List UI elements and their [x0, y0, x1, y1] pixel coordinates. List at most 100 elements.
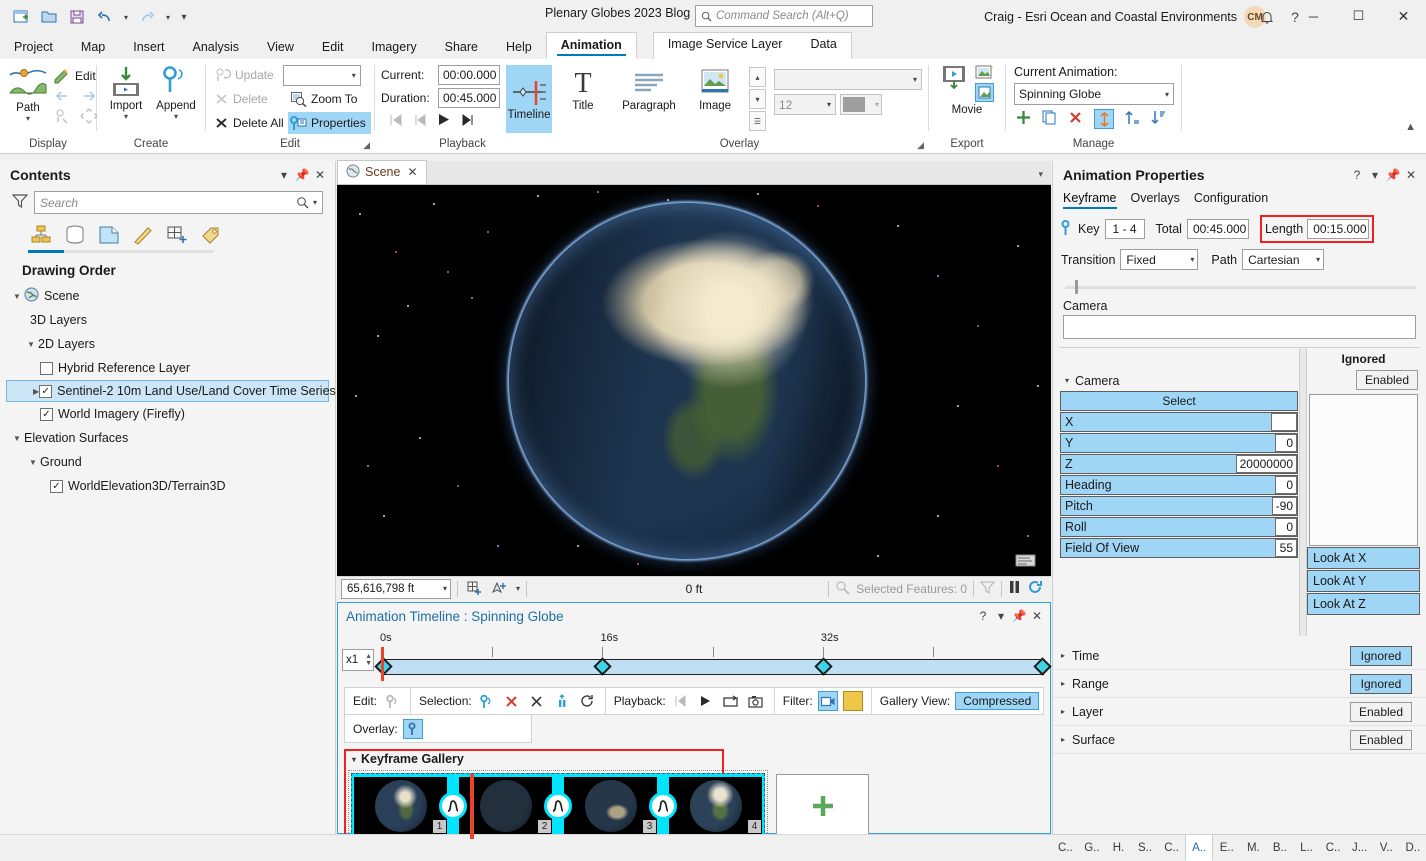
current-animation-combo[interactable]: Spinning Globe ▾: [1014, 83, 1174, 105]
timeline-ruler[interactable]: 0s 16s 32s: [382, 629, 1044, 685]
map-scale-combo[interactable]: 65,616,798 ft ▾: [341, 579, 451, 599]
contents-pin-icon[interactable]: 📌: [293, 165, 311, 185]
customize-qat-icon[interactable]: ▾: [176, 5, 192, 29]
keyframe-thumbnail-3[interactable]: 3: [564, 777, 657, 834]
layer-checkbox[interactable]: ✓: [39, 385, 52, 398]
camera-group-row[interactable]: ▾ Camera: [1059, 370, 1299, 391]
ribbon-tab-edit[interactable]: Edit: [308, 36, 358, 59]
timeline-playhead[interactable]: [381, 647, 384, 681]
append-dropdown-icon[interactable]: ▾: [174, 112, 178, 121]
go-to-start-icon[interactable]: [389, 114, 403, 129]
add-bookmark-icon[interactable]: [464, 580, 484, 598]
undo-icon[interactable]: [92, 5, 118, 29]
account-area[interactable]: Craig - Esri Ocean and Coastal Environme…: [984, 6, 1266, 28]
keyframe-combo[interactable]: ▾: [283, 65, 361, 86]
animation-help-icon[interactable]: ?: [1348, 165, 1366, 185]
keyframe-gallery-title-row[interactable]: ▾ Keyframe Gallery: [344, 749, 1044, 770]
docked-tab-10[interactable]: C..: [1320, 835, 1347, 861]
keyframe-transition-2-3[interactable]: [552, 777, 564, 834]
section-range[interactable]: ▸ Range Ignored: [1053, 670, 1426, 698]
import-dropdown-icon[interactable]: ▾: [124, 112, 128, 121]
reverse-animation-button[interactable]: [1094, 109, 1114, 129]
section-badge-range[interactable]: Ignored: [1350, 674, 1412, 694]
tree-item-worldelevation3d[interactable]: ✓ WorldElevation3D/Terrain3D: [0, 474, 335, 498]
append-button[interactable]: Append ▾: [153, 63, 199, 123]
docked-tab-9[interactable]: L..: [1293, 835, 1320, 861]
transition-curve-icon[interactable]: [544, 792, 572, 820]
docked-tab-8[interactable]: B..: [1267, 835, 1294, 861]
delete-selected-keyframe-icon[interactable]: [502, 691, 522, 711]
open-project-icon[interactable]: [36, 5, 62, 29]
tree-item-2d-layers[interactable]: ▼ 2D Layers: [0, 332, 335, 356]
expander-down-icon[interactable]: ▼: [10, 434, 24, 443]
step-forward-icon[interactable]: [461, 114, 475, 129]
add-animation-icon[interactable]: [1016, 110, 1031, 128]
property-value-pitch[interactable]: -90: [1272, 497, 1297, 515]
keyframe-search-icon[interactable]: [54, 108, 72, 127]
docked-tab-4[interactable]: C..: [1158, 835, 1185, 861]
playback-speed-stepper[interactable]: x1 ▲▼: [342, 649, 374, 671]
list-by-drawing-order-icon[interactable]: [28, 222, 54, 248]
search-dropdown-icon[interactable]: ▾: [313, 198, 317, 207]
camera-input[interactable]: [1063, 315, 1416, 339]
transition-curve-icon[interactable]: [649, 792, 677, 820]
filter-camera-icon[interactable]: [818, 691, 838, 711]
keyframe-transition-1-2[interactable]: [447, 777, 459, 834]
ribbon-tab-image-service-layer[interactable]: Image Service Layer: [654, 31, 797, 58]
path-combo[interactable]: Cartesian ▾: [1242, 249, 1324, 270]
step-back-icon[interactable]: [413, 114, 427, 129]
list-by-selection-icon[interactable]: [96, 222, 122, 248]
attribution-icon[interactable]: [1015, 552, 1037, 568]
list-by-editing-icon[interactable]: [130, 222, 156, 248]
ribbon-tab-project[interactable]: Project: [0, 36, 67, 59]
ribbon-tab-animation[interactable]: Animation: [546, 32, 637, 59]
previous-keyframe-arrow-icon[interactable]: [53, 88, 73, 107]
clear-selection-icon[interactable]: [527, 691, 547, 711]
add-keyframe-button[interactable]: [776, 774, 869, 837]
edit-path-button[interactable]: Edit: [52, 65, 101, 87]
new-project-icon[interactable]: [8, 5, 34, 29]
notification-bell-icon[interactable]: [1254, 6, 1280, 28]
docked-tab-6[interactable]: E..: [1213, 835, 1240, 861]
key-value-field[interactable]: 1 - 4: [1105, 219, 1145, 239]
sort-descending-icon[interactable]: [1151, 110, 1166, 128]
property-value-z[interactable]: 20000000: [1236, 455, 1297, 473]
view-tab-close-icon[interactable]: ✕: [407, 165, 417, 179]
expander-right-icon[interactable]: ▸: [1061, 735, 1065, 744]
tree-item-scene[interactable]: ▼ Scene: [0, 284, 335, 308]
redo-icon[interactable]: [134, 5, 160, 29]
tree-item-elevation-surfaces[interactable]: ▼ Elevation Surfaces: [0, 426, 335, 450]
edit-keyframe-icon[interactable]: [382, 691, 402, 711]
path-dropdown-icon[interactable]: ▾: [26, 114, 30, 123]
view-tab-scene[interactable]: Scene ✕: [337, 160, 427, 184]
animation-menu-icon[interactable]: ▾: [1366, 165, 1384, 185]
expander-right-icon[interactable]: ▸: [1061, 651, 1065, 660]
ribbon-tab-data[interactable]: Data: [796, 31, 850, 58]
keyframe-slider[interactable]: [1065, 280, 1416, 294]
adjust-time-icon[interactable]: [552, 691, 572, 711]
timeline-pin-icon[interactable]: 📌: [1010, 606, 1028, 626]
look-at-z-row[interactable]: Look At Z: [1307, 593, 1420, 615]
expander-down-icon[interactable]: ▾: [1065, 376, 1069, 385]
duplicate-animation-icon[interactable]: [1042, 110, 1057, 128]
section-badge-surface[interactable]: Enabled: [1350, 730, 1412, 750]
play-icon[interactable]: [696, 691, 716, 711]
collapse-ribbon-icon[interactable]: ▲: [1405, 121, 1416, 133]
paragraph-overlay-button[interactable]: Paragraph: [617, 63, 681, 114]
export-image-sequence-button[interactable]: [975, 83, 994, 102]
tree-item-ground[interactable]: ▼ Ground: [0, 450, 335, 474]
property-value-x[interactable]: [1271, 413, 1297, 431]
section-time[interactable]: ▸ Time Ignored: [1053, 642, 1426, 670]
list-by-labeling-icon[interactable]: [198, 222, 224, 248]
move-keyframe-icon[interactable]: [80, 108, 98, 127]
animation-pin-icon[interactable]: 📌: [1384, 165, 1402, 185]
transition-curve-icon[interactable]: [439, 792, 467, 820]
delete-button[interactable]: Delete: [212, 88, 284, 110]
keyframe-selected-group[interactable]: 1 2 3: [351, 773, 765, 838]
docked-tab-0[interactable]: C..: [1052, 835, 1079, 861]
property-row-x[interactable]: X: [1060, 412, 1298, 432]
section-badge-layer[interactable]: Enabled: [1350, 702, 1412, 722]
loop-icon[interactable]: [721, 691, 741, 711]
timeline-toggle-button[interactable]: Timeline: [506, 65, 552, 133]
docked-tab-11[interactable]: J...: [1346, 835, 1373, 861]
